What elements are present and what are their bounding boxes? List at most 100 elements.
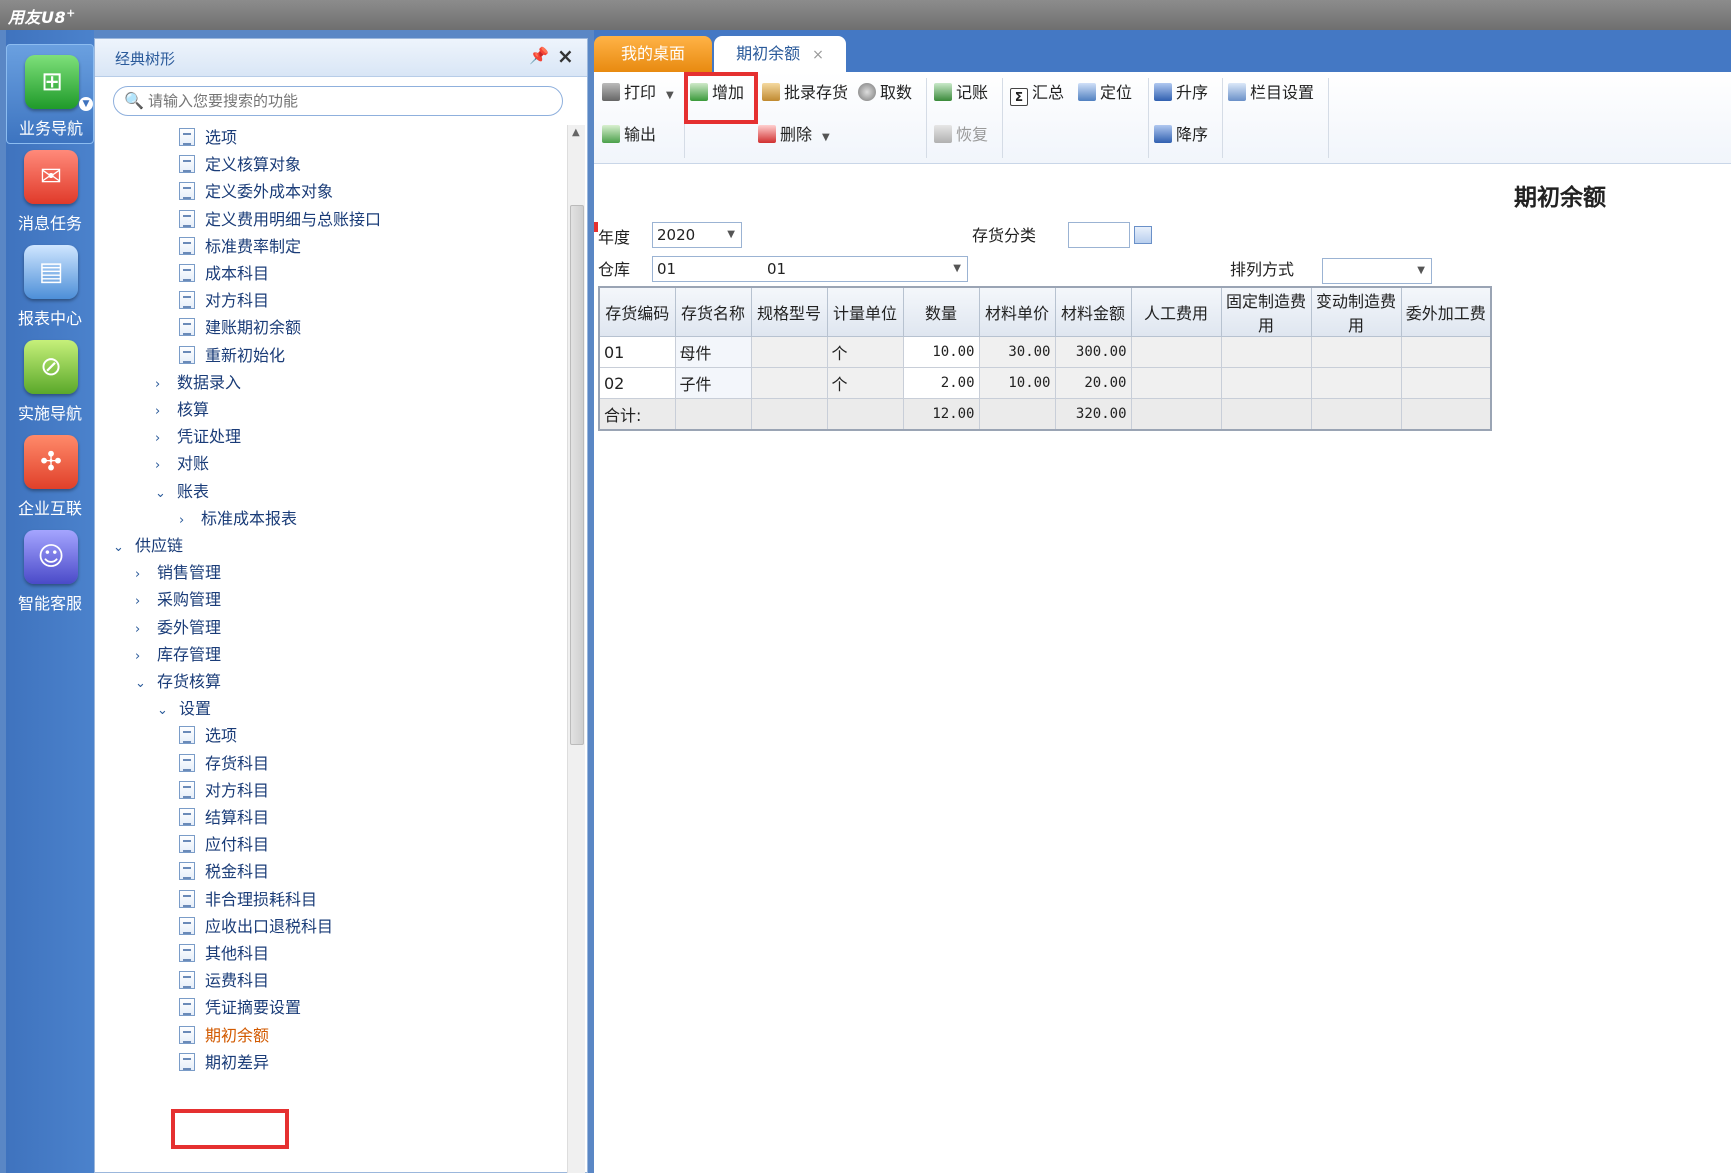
- chevron-down-icon[interactable]: ▼: [79, 97, 93, 111]
- tree-item[interactable]: › 销售管理: [135, 560, 221, 586]
- tab-opening-balance[interactable]: 期初余额 ×: [714, 36, 846, 72]
- table-cell[interactable]: [1310, 367, 1402, 399]
- nav-report-center[interactable]: ▤ 报表中心: [6, 235, 94, 335]
- warehouse-select[interactable]: 01 01 ▼: [652, 256, 968, 282]
- table-cell[interactable]: [1130, 336, 1222, 368]
- fetch-button[interactable]: 取数: [858, 80, 912, 106]
- tree-item[interactable]: 应收出口退税科目: [179, 914, 333, 940]
- column-header[interactable]: 材料金额: [1054, 286, 1132, 337]
- table-cell[interactable]: [1130, 367, 1222, 399]
- table-cell[interactable]: [750, 336, 828, 368]
- column-header[interactable]: 委外加工费: [1400, 286, 1492, 337]
- tree-item[interactable]: 对方科目: [179, 778, 269, 804]
- column-header[interactable]: 材料单价: [978, 286, 1056, 337]
- print-button[interactable]: 打印 ▼: [602, 80, 674, 106]
- tree-item[interactable]: ⌄ 账表: [155, 479, 209, 505]
- sort-ascending-button[interactable]: 升序: [1154, 80, 1208, 106]
- category-input[interactable]: [1068, 222, 1130, 248]
- tab-my-desktop[interactable]: 我的桌面: [594, 36, 712, 72]
- table-cell[interactable]: 个: [826, 367, 904, 399]
- column-header[interactable]: 存货名称: [674, 286, 752, 337]
- sort-descending-button[interactable]: 降序: [1154, 122, 1208, 148]
- table-cell[interactable]: 母件: [674, 336, 752, 368]
- chevron-down-icon[interactable]: ⌄: [157, 698, 171, 724]
- chevron-right-icon[interactable]: ›: [135, 589, 149, 615]
- chevron-down-icon[interactable]: ⌄: [155, 481, 169, 507]
- chevron-right-icon[interactable]: ›: [155, 372, 169, 398]
- column-header[interactable]: 存货编码: [598, 286, 676, 337]
- tree-item[interactable]: 定义核算对象: [179, 152, 301, 178]
- column-settings-button[interactable]: 栏目设置: [1228, 80, 1314, 106]
- close-tab-icon[interactable]: ×: [812, 47, 824, 63]
- sort-method-select[interactable]: ▼: [1322, 258, 1432, 284]
- tree-item[interactable]: 标准费率制定: [179, 234, 301, 260]
- nav-message-task[interactable]: ✉ 消息任务: [6, 140, 94, 240]
- tree-item[interactable]: 非合理损耗科目: [179, 887, 317, 913]
- tree-item[interactable]: › 采购管理: [135, 587, 221, 613]
- table-cell[interactable]: [1310, 336, 1402, 368]
- table-cell[interactable]: 20.00: [1054, 367, 1132, 399]
- close-icon[interactable]: ×: [557, 44, 574, 68]
- table-cell[interactable]: 01: [598, 336, 676, 368]
- tree-item[interactable]: 建账期初余额: [179, 315, 301, 341]
- pin-icon[interactable]: 📌: [529, 46, 549, 65]
- tree-item[interactable]: 税金科目: [179, 859, 269, 885]
- tree-item[interactable]: 应付科目: [179, 832, 269, 858]
- tree-item[interactable]: 重新初始化: [179, 343, 285, 369]
- nav-customer-service[interactable]: ☺ 智能客服: [6, 520, 94, 620]
- column-header[interactable]: 固定制造费用: [1220, 286, 1312, 337]
- tree-item[interactable]: › 核算: [155, 397, 209, 423]
- tree-item[interactable]: 选项: [179, 723, 237, 749]
- tree-item[interactable]: 成本科目: [179, 261, 269, 287]
- tree-item[interactable]: › 凭证处理: [155, 424, 241, 450]
- tree-item[interactable]: 运费科目: [179, 968, 269, 994]
- chevron-down-icon[interactable]: ⌄: [135, 671, 149, 697]
- table-cell[interactable]: 子件: [674, 367, 752, 399]
- tree-item[interactable]: 期初差异: [179, 1050, 269, 1076]
- chevron-down-icon[interactable]: ⌄: [113, 535, 127, 561]
- tree-item[interactable]: › 库存管理: [135, 642, 221, 668]
- post-button[interactable]: 记账: [934, 80, 988, 106]
- table-cell[interactable]: [1400, 367, 1492, 399]
- locate-button[interactable]: 定位: [1078, 80, 1132, 106]
- scrollbar-thumb[interactable]: [570, 205, 584, 745]
- column-header[interactable]: 规格型号: [750, 286, 828, 337]
- tree-item[interactable]: ⌄ 供应链: [113, 533, 183, 559]
- table-cell[interactable]: 300.00: [1054, 336, 1132, 368]
- tree-item[interactable]: 存货科目: [179, 751, 269, 777]
- table-cell[interactable]: 02: [598, 367, 676, 399]
- tree-item[interactable]: › 对账: [155, 451, 209, 477]
- chevron-down-icon[interactable]: ▼: [666, 90, 674, 101]
- column-header[interactable]: 人工费用: [1130, 286, 1222, 337]
- tree-item[interactable]: 期初余额: [179, 1023, 269, 1049]
- search-input[interactable]: [148, 91, 548, 111]
- chevron-right-icon[interactable]: ›: [155, 426, 169, 452]
- tree-item[interactable]: › 标准成本报表: [179, 506, 297, 532]
- column-header[interactable]: 变动制造费用: [1310, 286, 1402, 337]
- nav-implementation-guide[interactable]: ⊘ 实施导航: [6, 330, 94, 430]
- table-row[interactable]: 02 子件 个 2.00 10.00 20.00: [598, 367, 1492, 399]
- table-cell[interactable]: [1400, 336, 1492, 368]
- table-cell[interactable]: 30.00: [978, 336, 1056, 368]
- table-row[interactable]: 01 母件 个 10.00 30.00 300.00: [598, 336, 1492, 368]
- chevron-right-icon[interactable]: ›: [155, 453, 169, 479]
- tree-item[interactable]: 选项: [179, 125, 237, 151]
- vertical-scrollbar[interactable]: ▲: [567, 125, 585, 1173]
- tree-item[interactable]: 结算科目: [179, 805, 269, 831]
- column-header[interactable]: 计量单位: [826, 286, 904, 337]
- table-cell[interactable]: 10.00: [978, 367, 1056, 399]
- tree-item[interactable]: 其他科目: [179, 941, 269, 967]
- export-button[interactable]: 输出: [602, 122, 656, 148]
- tree-item[interactable]: 凭证摘要设置: [179, 995, 301, 1021]
- batch-entry-button[interactable]: 批录存货: [762, 80, 848, 106]
- tree-item[interactable]: 定义费用明细与总账接口: [179, 207, 381, 233]
- chevron-right-icon[interactable]: ›: [155, 399, 169, 425]
- column-header[interactable]: 数量: [902, 286, 980, 337]
- tree-item[interactable]: ⌄ 设置: [157, 696, 211, 722]
- chevron-right-icon[interactable]: ›: [135, 562, 149, 588]
- year-select[interactable]: 2020 ▼: [652, 222, 742, 248]
- chevron-right-icon[interactable]: ›: [135, 617, 149, 643]
- table-cell[interactable]: 个: [826, 336, 904, 368]
- table-cell[interactable]: [750, 367, 828, 399]
- table-cell[interactable]: [1220, 336, 1312, 368]
